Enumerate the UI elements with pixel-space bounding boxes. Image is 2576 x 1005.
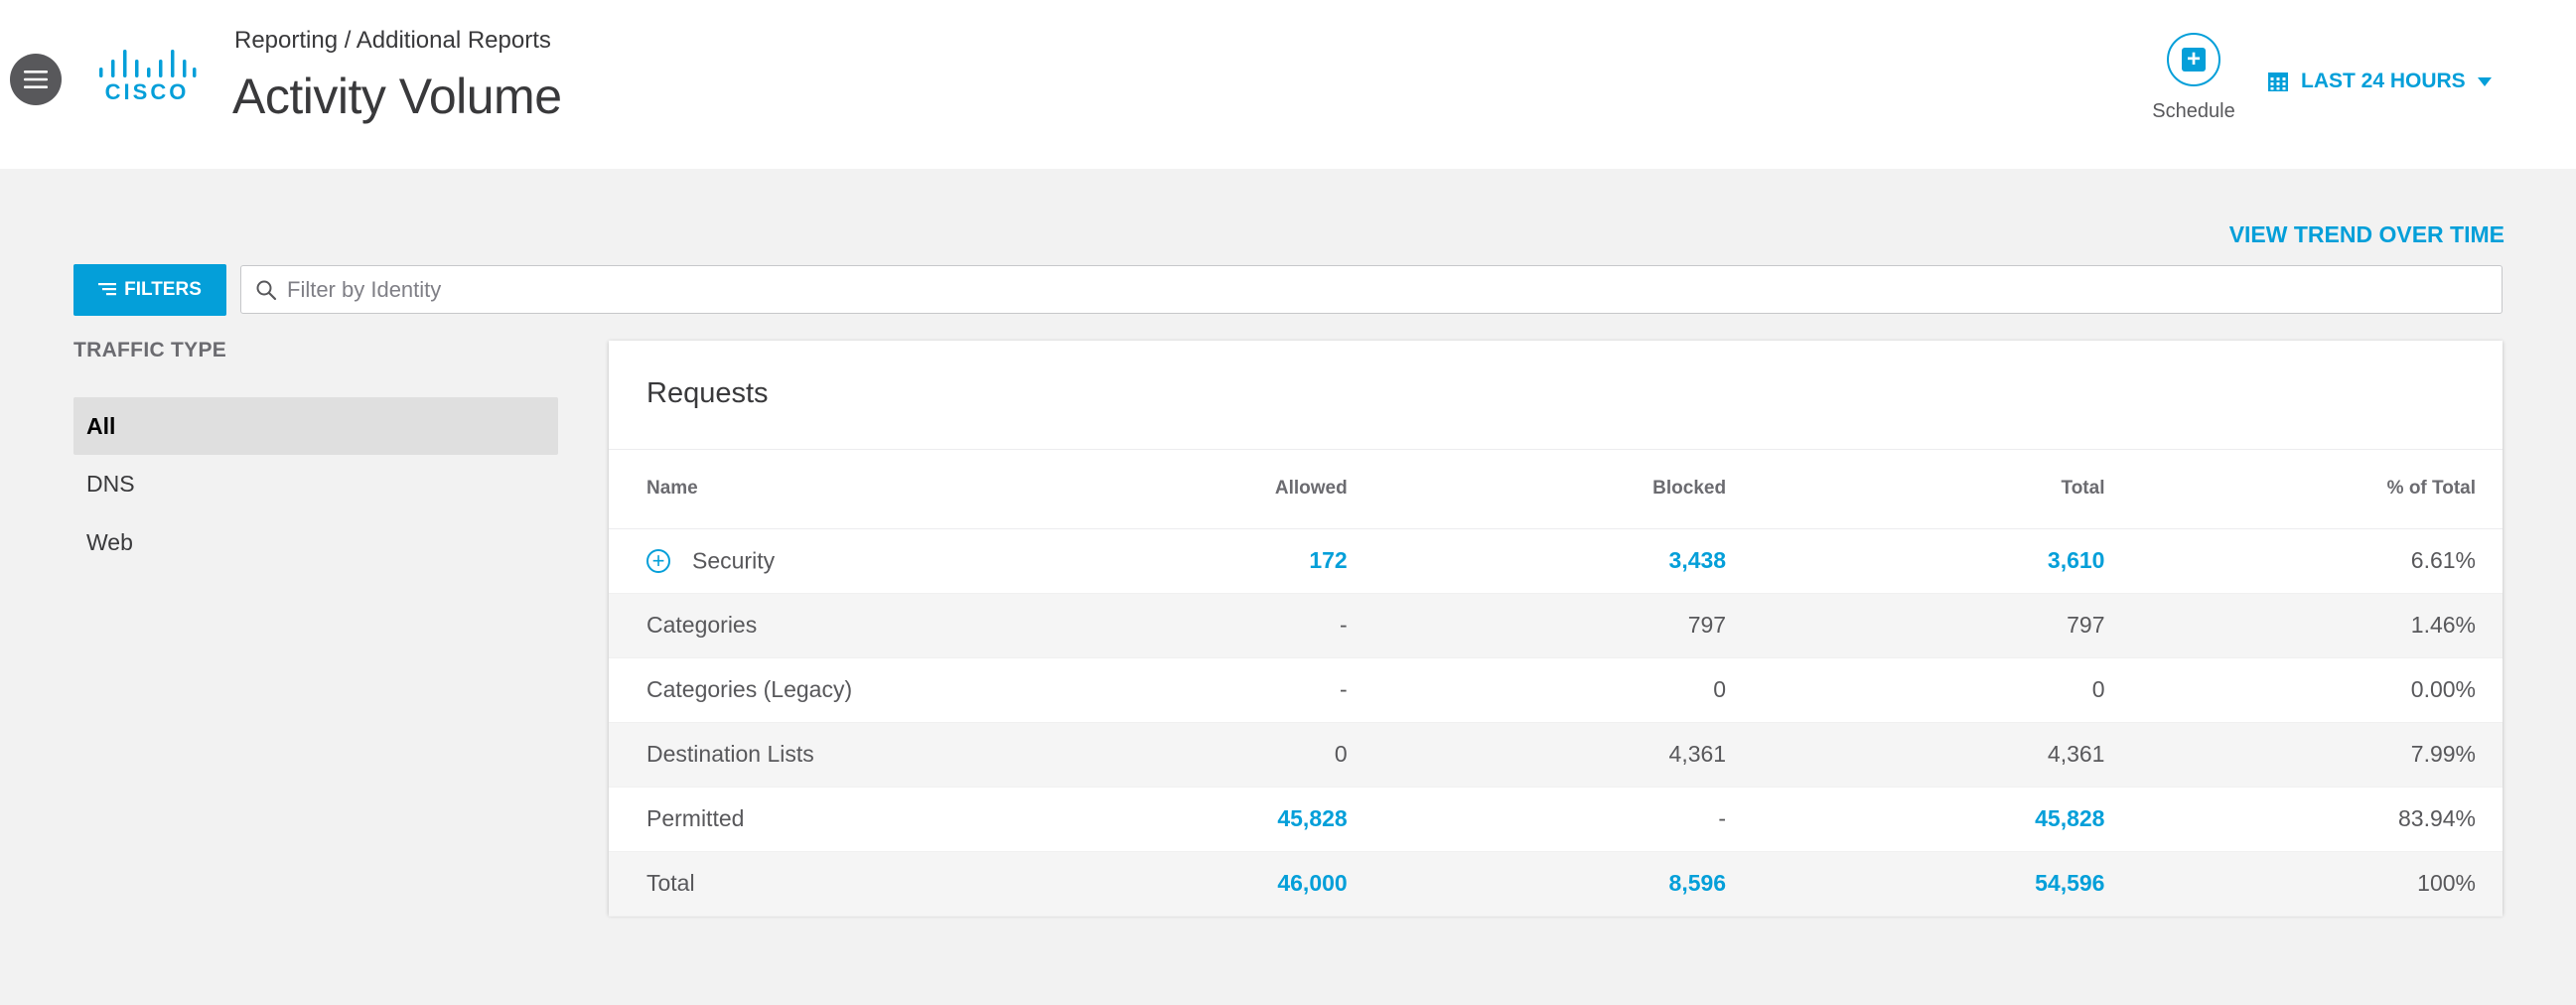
total-value: 0 xyxy=(2091,676,2105,702)
total-value[interactable]: 54,596 xyxy=(1726,851,2104,916)
blocked-value: 0 xyxy=(1713,676,1727,702)
allowed-value[interactable]: 46,000 xyxy=(1120,851,1347,916)
view-trend-link[interactable]: VIEW TREND OVER TIME xyxy=(2229,221,2504,248)
filters-label: FILTERS xyxy=(124,279,202,300)
percent-value: 100% xyxy=(2417,870,2476,896)
blocked-value[interactable]: 3,438 xyxy=(1348,528,1727,593)
schedule-circle: + xyxy=(2167,33,2220,86)
column-header-allowed[interactable]: Allowed xyxy=(1119,450,1348,529)
search-icon xyxy=(256,280,277,300)
cisco-bars-icon xyxy=(99,50,197,77)
row-name: Categories xyxy=(646,612,758,638)
filter-icon xyxy=(98,283,117,296)
allowed-value[interactable]: 45,828 xyxy=(1120,787,1347,851)
total-value: 4,361 xyxy=(2047,741,2105,767)
traffic-type-heading: TRAFFIC TYPE xyxy=(73,339,227,361)
percent-value: 7.99% xyxy=(2410,741,2476,767)
column-header-percent[interactable]: % of Total xyxy=(2104,450,2503,529)
allowed-value: - xyxy=(1340,676,1348,702)
logo-wordmark: CISCO xyxy=(104,79,190,104)
cisco-logo[interactable]: CISCO xyxy=(97,48,197,105)
traffic-type-web[interactable]: Web xyxy=(73,513,558,572)
table-row: Categories - 797 797 1.46% xyxy=(609,593,2503,657)
requests-card: Requests Name Allowed Blocked Total % of… xyxy=(609,341,2503,917)
search-input[interactable] xyxy=(287,276,2502,303)
percent-value: 83.94% xyxy=(2397,805,2476,831)
chevron-down-icon xyxy=(2477,76,2492,86)
row-name: Categories (Legacy) xyxy=(646,676,853,702)
row-name: Destination Lists xyxy=(646,741,814,767)
table-row: + Security 172 3,438 3,610 6.61% xyxy=(609,528,2503,593)
expand-icon[interactable]: + xyxy=(646,549,670,574)
date-range-dropdown[interactable]: LAST 24 HOURS xyxy=(2267,70,2492,93)
traffic-type-dns[interactable]: DNS xyxy=(73,455,558,513)
page-title: Activity Volume xyxy=(232,69,562,124)
menu-button[interactable] xyxy=(10,54,62,105)
identity-search[interactable] xyxy=(240,265,2503,314)
traffic-type-all[interactable]: All xyxy=(73,397,558,455)
table-row: Categories (Legacy) - 0 0 0.00% xyxy=(609,657,2503,722)
row-name: Permitted xyxy=(646,805,745,831)
plus-icon: + xyxy=(2182,48,2206,72)
date-range-label: LAST 24 HOURS xyxy=(2301,70,2466,92)
column-header-blocked[interactable]: Blocked xyxy=(1347,450,1727,529)
schedule-label: Schedule xyxy=(2152,100,2235,122)
table-header-row: Name Allowed Blocked Total % of Total xyxy=(609,450,2503,529)
schedule-button[interactable]: + Schedule xyxy=(2150,33,2237,123)
total-value[interactable]: 3,610 xyxy=(1726,528,2105,593)
column-header-name[interactable]: Name xyxy=(609,450,1120,529)
requests-title: Requests xyxy=(609,341,2503,450)
app-header: CISCO Reporting / Additional Reports Act… xyxy=(0,0,2576,169)
percent-value: 6.61% xyxy=(2410,547,2476,573)
breadcrumb[interactable]: Reporting / Additional Reports xyxy=(234,27,551,55)
blocked-value: 4,361 xyxy=(1668,741,1727,767)
allowed-value: 0 xyxy=(1334,741,1348,767)
blocked-value: 797 xyxy=(1687,612,1727,638)
percent-value: 1.46% xyxy=(2410,612,2476,638)
menu-icon xyxy=(24,71,48,88)
allowed-value[interactable]: 172 xyxy=(1120,528,1347,593)
total-value[interactable]: 45,828 xyxy=(1726,787,2104,851)
column-header-total[interactable]: Total xyxy=(1726,450,2105,529)
table-row: Permitted 45,828 - 45,828 83.94% xyxy=(609,787,2503,851)
traffic-type-list: All DNS Web xyxy=(73,397,558,572)
blocked-value: - xyxy=(1718,805,1727,831)
percent-value: 0.00% xyxy=(2410,676,2476,702)
row-name: Total xyxy=(646,870,695,896)
total-value: 797 xyxy=(2067,612,2105,638)
blocked-value[interactable]: 8,596 xyxy=(1348,851,1727,916)
filters-button[interactable]: FILTERS xyxy=(73,264,226,316)
table-row-total: Total 46,000 8,596 54,596 100% xyxy=(609,851,2503,916)
requests-table: Name Allowed Blocked Total % of Total + S… xyxy=(609,450,2503,917)
row-name-cell: + Security xyxy=(609,528,1120,593)
table-row: Destination Lists 0 4,361 4,361 7.99% xyxy=(609,722,2503,787)
allowed-value: - xyxy=(1340,612,1348,638)
calendar-icon xyxy=(2268,72,2288,91)
row-name: Security xyxy=(692,547,776,574)
